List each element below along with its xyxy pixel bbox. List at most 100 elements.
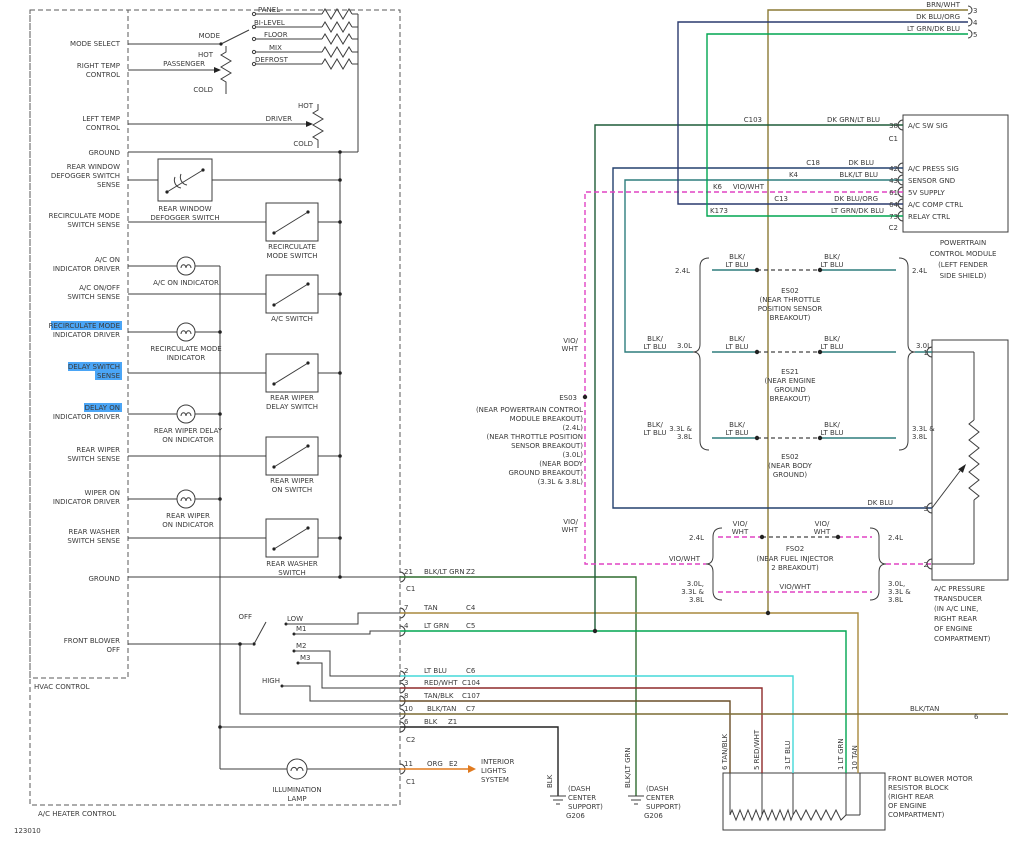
connector-label: C1 (406, 585, 415, 593)
connector-label: C13 (774, 195, 788, 203)
circuit-label: C6 (466, 667, 476, 675)
wire-color-label: BLK/ (824, 253, 840, 261)
wiring-diagram: MODE SELECT RIGHT TEMP CONTROL LEFT TEMP… (0, 0, 1012, 848)
pin-number: 3 (924, 505, 928, 513)
component-caption: DEFOGGER SWITCH (150, 214, 219, 222)
circuit-label: E2 (449, 760, 458, 768)
component-caption: ILLUMINATION (272, 786, 321, 794)
wire-color-label: LT GRN/DK BLU (831, 207, 884, 215)
resistor-pin-label-vertical: 5 RED/WHT (753, 729, 761, 770)
splice-location-label: (2.4L) (563, 424, 584, 432)
wire-color-label: LT BLU (644, 343, 667, 351)
circuit-label: C5 (466, 622, 475, 630)
rear-wiper-on-indicator-lamp (128, 490, 220, 508)
pin-number: 6 (404, 718, 409, 726)
component-caption: A/C SWITCH (271, 315, 313, 323)
connector-label: K173 (710, 207, 728, 215)
wire-color-label: BLK/TAN (910, 705, 939, 713)
splice-name: ES21 (781, 368, 799, 376)
top-right-connector-ticks (968, 6, 972, 38)
blower-position-label: HIGH (262, 677, 280, 685)
front-blower-switch (128, 613, 400, 714)
wire-color-label: BLK/LT GRN (424, 568, 465, 576)
ground-location-label: (DASH (568, 785, 591, 793)
pcm-caption: (LEFT FENDER (938, 261, 988, 269)
mode-position-label: FLOOR (264, 31, 288, 39)
wire-color-label: LT GRN (424, 622, 449, 630)
ground-location-label: (DASH (646, 785, 669, 793)
passenger-temp-potentiometer (128, 46, 231, 94)
pin-number: 61 (889, 189, 898, 197)
wire-color-label: BRN/WHT (926, 1, 960, 9)
wire-color-label: LT BLU (821, 261, 844, 269)
wire-lt-grn (400, 631, 846, 773)
circuit-label: Z1 (448, 718, 457, 726)
engine-label: 3.8L (689, 596, 704, 604)
ground-location-label: SUPPORT) (568, 803, 603, 811)
engine-label: 2.4L (689, 534, 704, 542)
connector-label: C1 (889, 135, 898, 143)
pot-hot-label: HOT (298, 102, 314, 110)
wire-color-label: BLK/ (729, 421, 745, 429)
circuit-label: C104 (462, 679, 481, 687)
wire-color-label-vertical: BLK (546, 774, 554, 788)
hvac-signal-label: RECIRCULATE MODE (49, 212, 120, 220)
illumination-lamp (287, 759, 400, 779)
mode-position-label: DEFROST (255, 56, 289, 64)
engine-label: 3.3L & (681, 588, 704, 596)
component-caption: REAR WIPER DELAY (154, 427, 223, 435)
pot-driver-label: DRIVER (266, 115, 293, 123)
circuit-label: C4 (466, 604, 476, 612)
wire-color-label: LT GRN/DK BLU (907, 25, 960, 33)
wire-color-label: BLK (424, 718, 438, 726)
pcm-signal-label: 5V SUPPLY (908, 189, 945, 197)
pot-hot-label: HOT (198, 51, 214, 59)
hvac-signal-label: INDICATOR DRIVER (53, 265, 120, 273)
pin-number: 1 (924, 349, 928, 357)
hvac-signal-label: REAR WIPER (76, 446, 120, 454)
transducer-connector-pins (927, 347, 932, 569)
pin-number: 3 (404, 679, 408, 687)
splice-location-label: (3.3L & 3.8L) (538, 478, 584, 486)
wire-color-label: DK BLU (867, 499, 893, 507)
splice-location-label: (NEAR BODY (768, 462, 812, 470)
wire-color-label: BLK/LT BLU (839, 171, 878, 179)
hvac-signal-label-highlighted: SENSE (97, 372, 120, 380)
wire-color-label: BLK/ (729, 253, 745, 261)
splice-location-label: 2 BREAKOUT) (771, 564, 819, 572)
engine-label: 3.0L (677, 342, 692, 350)
resistor-block-caption: FRONT BLOWER MOTOR (888, 775, 973, 783)
connector-label: C1 (406, 778, 415, 786)
ground-location-label: CENTER (646, 794, 674, 802)
pot-passenger-label: PASSENGER (163, 60, 205, 68)
resistor-pin-label-vertical: 3 LT BLU (784, 740, 792, 770)
interior-lights-arrow (468, 765, 476, 773)
mode-switch-label: MODE (199, 32, 220, 40)
wire-color-label: VIO/WHT (669, 555, 701, 563)
wire-color-label-vertical: BLK/LT GRN (624, 747, 632, 788)
mode-select-switch (128, 9, 358, 152)
component-caption: LAMP (287, 795, 306, 803)
wire-color-label: WHT (562, 345, 579, 353)
hvac-signal-label: CONTROL (86, 124, 120, 132)
rear-wiper-delay-switch (128, 354, 340, 392)
component-caption: INDICATOR (167, 354, 206, 362)
engine-label: 3.8L (912, 433, 927, 441)
pcm-signal-label: A/C COMP CTRL (908, 201, 963, 209)
splice-name: ES02 (781, 287, 799, 295)
splice-location-label: (NEAR POWERTRAIN CONTROL (476, 406, 583, 414)
wire-color-label: BLK/ (647, 335, 663, 343)
connector-label: K6 (713, 183, 723, 191)
resistor-block-caption: OF ENGINE (888, 802, 927, 810)
ac-heater-control-title: A/C HEATER CONTROL (38, 810, 116, 818)
wire-color-label: LT BLU (424, 667, 447, 675)
blower-position-label: LOW (287, 615, 303, 623)
pin-number: 42 (889, 165, 898, 173)
splice-name: ES02 (781, 453, 799, 461)
hvac-signal-label: MODE SELECT (70, 40, 121, 48)
hvac-signal-label: DEFOGGER SWITCH (51, 172, 120, 180)
pin-number: 10 (404, 705, 413, 713)
wire-color-label: LT BLU (726, 429, 749, 437)
transducer-caption: OF ENGINE (934, 625, 973, 633)
component-caption: REAR WIPER (166, 512, 210, 520)
